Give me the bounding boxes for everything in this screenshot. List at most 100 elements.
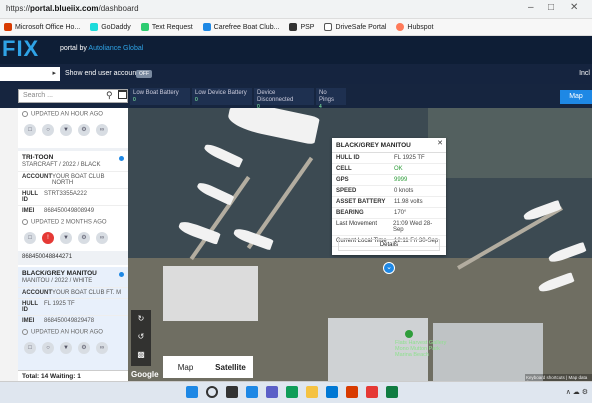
card-actions: □ ○ ▼ ⚙ ∞ [18,339,128,357]
windows-start-icon[interactable] [186,386,198,398]
windows-taskbar: ∧ ☁ ⚙ [0,381,592,403]
map-type-map[interactable]: Map [163,363,208,372]
battery-icon[interactable]: □ [24,231,36,244]
widgets-icon[interactable] [246,386,258,398]
bookmark-text-request[interactable]: Text Request [140,23,193,31]
map-type-satellite[interactable]: Satellite [208,363,253,372]
settings-icon[interactable]: ⚙ [78,231,90,244]
chrome-icon[interactable] [286,386,298,398]
building-roof [163,266,258,321]
rotate-icon[interactable]: ↻ [131,310,151,328]
battery-icon[interactable]: □ [24,341,36,354]
document-icon [324,23,333,31]
asset-card[interactable]: TRI-TOON STARCRAFT / 2022 / BLACK ACCOUN… [18,148,128,260]
account-row: ACCOUNT YOUR BOAT CLUB NORTH [18,171,128,188]
imei-row: IMEI 868450049808949 [18,205,128,216]
poi-marker[interactable]: Flats Harvest Gallery Mono Mutton Park M… [395,330,455,358]
filter-low-device-battery[interactable]: Low Device Battery 0 [192,88,252,105]
shield-icon[interactable]: ▼ [60,123,72,136]
url-text[interactable]: https://portal.blueiix.com/dashboard [6,4,139,13]
panel-footer-totals: Total: 14 Waiting: 1 [18,370,128,381]
bookmark-hubspot[interactable]: Hubspot [396,23,434,31]
include-label: Incl [579,70,590,77]
street-view-icon[interactable]: ▩ [131,346,151,364]
filter-device-disconnected[interactable]: Device Disconnected 0 [254,88,314,110]
bookmarks-bar: Microsoft Office Ho... GoDaddy Text Requ… [0,19,592,36]
map-view-button[interactable]: Map [560,90,592,104]
popup-row-cell: CELL OK [332,164,446,175]
clock-icon [22,329,28,335]
maximize-icon[interactable]: □ [548,2,554,13]
end-user-toggle[interactable]: OFF [136,70,152,78]
account-select[interactable]: ▸ [0,67,60,81]
list-view-icon[interactable] [118,90,127,99]
account-row: ACCOUNT YOUR BOAT CLUB FT. M [18,287,128,298]
popup-row-gps: GPS 9999 [332,175,446,186]
app-icon[interactable] [366,386,378,398]
hubspot-icon [396,23,405,31]
details-button[interactable]: Details [338,239,440,251]
bookmark-drivesafe[interactable]: DriveSafe Portal [324,23,386,31]
link-icon[interactable]: ∞ [96,231,108,244]
gauge-icon[interactable]: ○ [42,123,54,136]
group-separator: 868450048844271 [18,251,128,265]
boat [226,108,320,146]
filter-no-pings[interactable]: No Pings 4 [316,88,346,110]
teams-icon[interactable] [266,386,278,398]
updated-status: UPDATED AN HOUR AGO [18,108,128,121]
popup-row-battery: ASSET BATTERY 11.98 volts [332,197,446,208]
boat [232,226,274,251]
pin-icon [405,330,413,338]
asset-name: TRI-TOON [22,154,54,161]
file-explorer-icon[interactable] [306,386,318,398]
battery-icon[interactable]: □ [24,123,36,136]
office-icon[interactable] [346,386,358,398]
show-end-user-label: Show end user accounts [65,70,142,77]
link-icon[interactable]: ∞ [96,341,108,354]
browser-address-bar[interactable]: https://portal.blueiix.com/dashboard – □… [0,0,592,19]
alert-icon[interactable]: ! [42,231,54,244]
minimize-icon[interactable]: – [528,2,534,13]
tilt-icon[interactable]: ↺ [131,328,151,346]
shield-icon[interactable]: ▼ [60,231,72,244]
google-logo: Google [131,370,159,379]
asset-card-selected[interactable]: BLACK/GREY MANITOU MANITOU / 2022 / WHIT… [18,267,128,381]
settings-icon[interactable]: ⚙ [78,341,90,354]
bookmark-godaddy[interactable]: GoDaddy [90,23,131,31]
caret-right-icon: ▸ [52,70,56,77]
gauge-icon[interactable]: ○ [42,341,54,354]
imei-row: IMEI 868450049829478 [18,315,128,326]
popup-row-last-movement: Last Movement 21:09 Wed 28-Sep [332,219,446,236]
boat-location-marker[interactable]: ⌄ [383,262,395,274]
search-icon[interactable]: ⚲ [106,90,113,101]
shield-icon[interactable]: ▼ [60,341,72,354]
search-icon[interactable] [206,386,218,398]
sub-header: ▸ Show end user accounts OFF Incl [0,64,592,84]
task-view-icon[interactable] [226,386,238,398]
portal-by-text: portal by Autoliance Global [60,45,144,52]
text-request-icon [140,23,149,31]
boat [202,142,244,168]
outlook-icon[interactable] [326,386,338,398]
godaddy-icon [90,23,99,31]
filter-low-boat-battery[interactable]: Low Boat Battery 0 [130,88,190,105]
status-dot [119,156,124,161]
popup-title: BLACK/GREY MANITOU [332,138,446,153]
asset-subtitle: STARCRAFT / 2022 / BLACK [22,162,101,168]
link-icon[interactable]: ∞ [96,123,108,136]
asset-name: BLACK/GREY MANITOU [22,270,97,277]
clock-icon [22,219,28,225]
asset-card[interactable]: UPDATED AN HOUR AGO □ ○ ▼ ⚙ ∞ [18,108,128,148]
bookmark-office[interactable]: Microsoft Office Ho... [4,23,80,31]
bookmark-psp[interactable]: PSP [289,23,314,31]
system-tray[interactable]: ∧ ☁ ⚙ [566,388,588,396]
excel-icon[interactable] [386,386,398,398]
app-logo[interactable]: FIX [2,36,39,62]
popup-row-bearing: BEARING 170° [332,208,446,219]
close-icon[interactable]: ✕ [437,139,443,147]
close-window-icon[interactable]: ✕ [570,2,578,13]
hull-row: HULL ID FL 1925 TF [18,298,128,315]
map-type-switch: Map Satellite [163,356,253,378]
settings-icon[interactable]: ⚙ [78,123,90,136]
bookmark-carefree[interactable]: Carefree Boat Club... [202,23,279,31]
